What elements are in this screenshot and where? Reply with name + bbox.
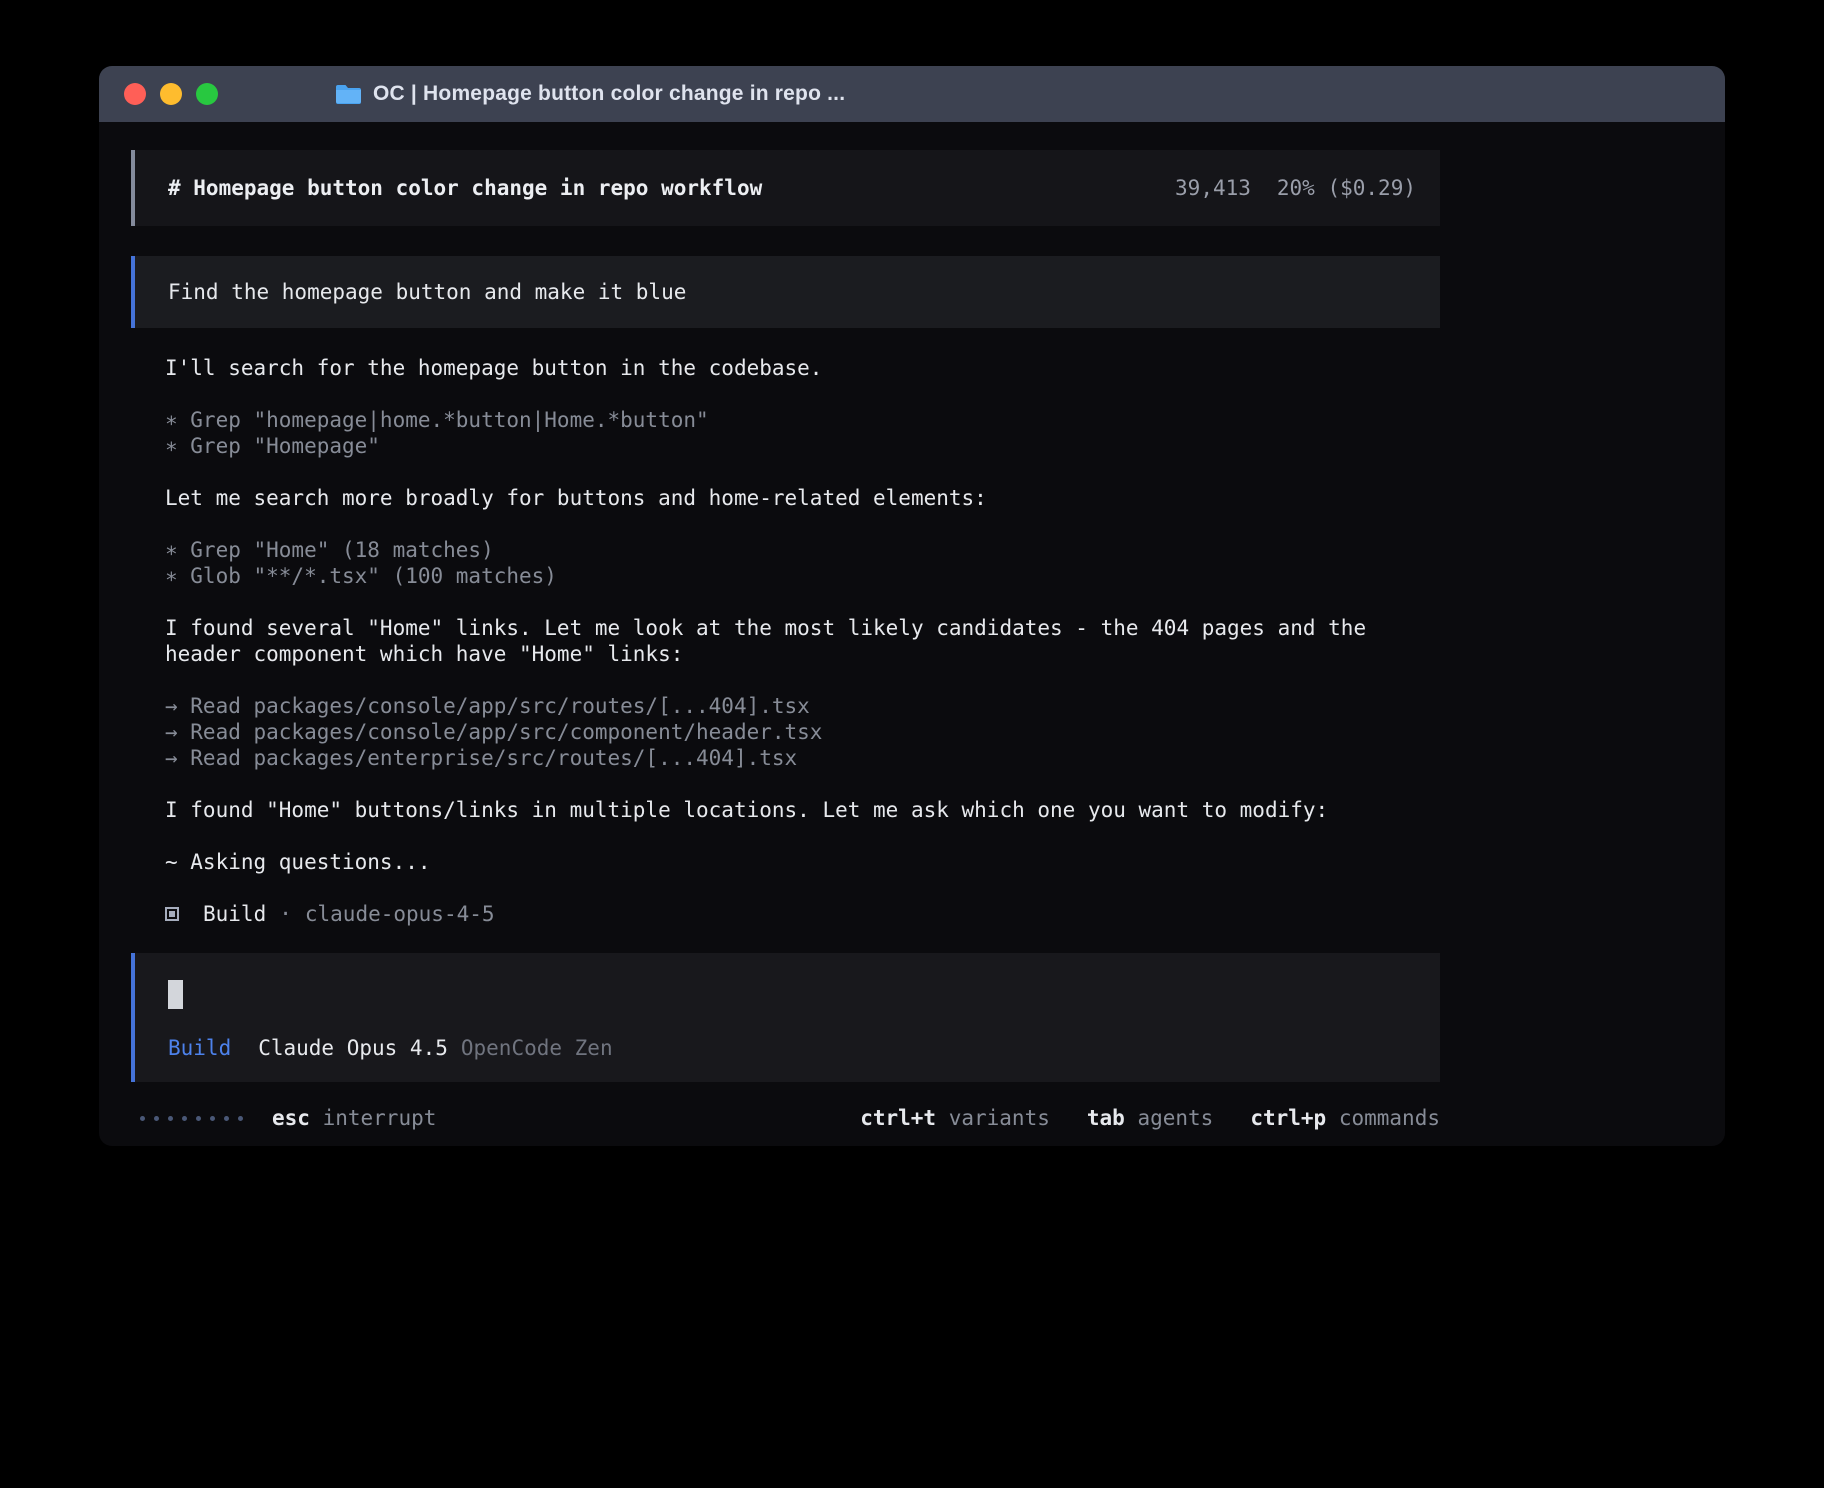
status-asking-questions: ~ Asking questions... [165,849,1410,875]
shortcut-agents: tab agents [1087,1106,1213,1130]
window-title-group: OC | Homepage button color change in rep… [335,82,845,106]
shortcut-interrupt: esc interrupt [272,1106,436,1130]
assistant-text: I found "Home" buttons/links in multiple… [165,797,1410,823]
shortcut-commands: ctrl+p commands [1250,1106,1440,1130]
assistant-transcript: I'll search for the homepage button in t… [165,355,1410,927]
prompt-input-area[interactable]: Build Claude Opus 4.5 OpenCode Zen [131,953,1440,1082]
agent-name: Build [203,901,266,927]
agent-status: Build · claude-opus-4-5 [165,901,1410,927]
session-header: # Homepage button color change in repo w… [131,150,1440,226]
activity-dots-icon [140,1116,243,1121]
status-footer: esc interrupt ctrl+t variants tab agents… [131,1106,1440,1130]
folder-icon [335,83,362,105]
window-titlebar: OC | Homepage button color change in rep… [99,66,1725,122]
separator-dot: · [279,901,292,927]
tool-call-grep: ∗ Grep "homepage|home.*button|Home.*butt… [165,407,1410,433]
input-provider-label: OpenCode Zen [461,1036,613,1060]
input-status-line: Build Claude Opus 4.5 OpenCode Zen [168,1036,1407,1060]
tool-call-read: → Read packages/console/app/src/routes/[… [165,693,1410,719]
tool-call-read: → Read packages/enterprise/src/routes/[.… [165,745,1410,771]
window-controls [124,83,218,105]
agent-build-icon [165,907,179,921]
tool-call-grep: ∗ Grep "Homepage" [165,433,1410,459]
session-stats: 39,413 20% ($0.29) [1175,176,1416,200]
footer-left: esc interrupt [140,1106,436,1130]
terminal-content: # Homepage button color change in repo w… [99,122,1725,1130]
shortcut-variants: ctrl+t variants [860,1106,1050,1130]
input-model-label: Claude Opus 4.5 [258,1036,448,1060]
prompt-input-line[interactable] [168,980,1407,1013]
user-message-text: Find the homepage button and make it blu… [168,280,686,304]
context-usage: 20% ($0.29) [1277,176,1416,200]
tool-call-read: → Read packages/console/app/src/componen… [165,719,1410,745]
input-agent-label[interactable]: Build [168,1036,231,1060]
terminal-window: OC | Homepage button color change in rep… [99,66,1725,1146]
token-count: 39,413 [1175,176,1251,200]
session-title: # Homepage button color change in repo w… [168,176,762,200]
tool-call-glob: ∗ Glob "**/*.tsx" (100 matches) [165,563,1410,589]
zoom-button[interactable] [196,83,218,105]
tool-call-grep: ∗ Grep "Home" (18 matches) [165,537,1410,563]
minimize-button[interactable] [160,83,182,105]
text-cursor-icon [168,980,183,1009]
assistant-text: I'll search for the homepage button in t… [165,355,1410,381]
assistant-text: I found several "Home" links. Let me loo… [165,615,1410,667]
window-title: OC | Homepage button color change in rep… [373,82,845,106]
footer-right: ctrl+t variants tab agents ctrl+p comman… [860,1106,1440,1130]
assistant-text: Let me search more broadly for buttons a… [165,485,1410,511]
agent-model: claude-opus-4-5 [305,901,495,927]
close-button[interactable] [124,83,146,105]
user-message: Find the homepage button and make it blu… [131,256,1440,328]
